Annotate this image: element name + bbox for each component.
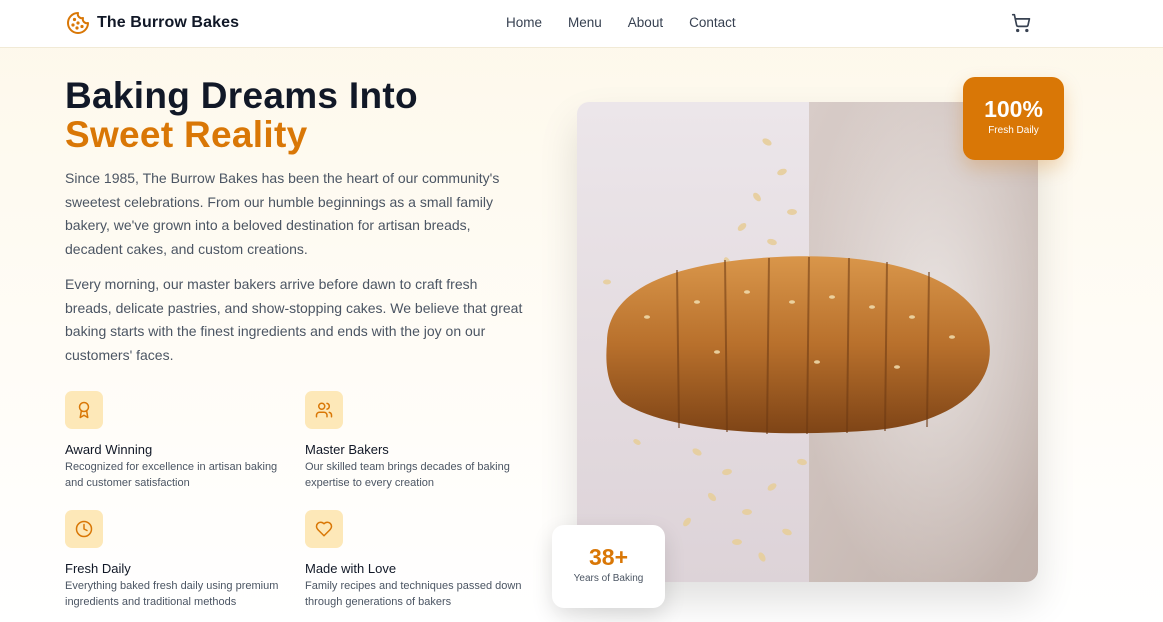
fresh-daily-badge: 100% Fresh Daily xyxy=(963,77,1064,160)
badge-label: Years of Baking xyxy=(573,573,644,584)
feature-title: Fresh Daily xyxy=(65,561,131,576)
clock-icon xyxy=(65,510,103,548)
feature-master-bakers: Master Bakers Our skilled team brings de… xyxy=(305,391,535,491)
nav-menu[interactable]: Menu xyxy=(568,15,602,30)
feature-title: Master Bakers xyxy=(305,442,389,457)
bread-photo xyxy=(577,102,1038,582)
feature-award-winning: Award Winning Recognized for excellence … xyxy=(65,391,295,491)
heart-icon xyxy=(305,510,343,548)
feature-description: Family recipes and techniques passed dow… xyxy=(305,580,522,608)
award-icon xyxy=(65,391,103,429)
users-icon xyxy=(305,391,343,429)
feature-description: Everything baked fresh daily using premi… xyxy=(65,580,279,608)
nav-contact[interactable]: Contact xyxy=(689,15,736,30)
intro-paragraph: Since 1985, The Burrow Bakes has been th… xyxy=(65,170,500,257)
cart-icon[interactable] xyxy=(1011,13,1031,33)
years-badge: 38+ Years of Baking xyxy=(552,525,665,608)
badge-value: 100% xyxy=(984,96,1043,122)
feature-description: Recognized for excellence in artisan bak… xyxy=(65,461,278,489)
cookie-icon xyxy=(67,12,89,34)
brand-logo[interactable]: The Burrow Bakes xyxy=(66,11,239,35)
feature-title: Made with Love xyxy=(305,561,397,576)
feature-description: Our skilled team brings decades of bakin… xyxy=(305,461,510,489)
badge-label: Fresh Daily xyxy=(988,125,1039,136)
hero-title-line2: Sweet Reality xyxy=(65,114,308,155)
nav-home[interactable]: Home xyxy=(506,15,542,30)
main-nav: Home Menu About Contact xyxy=(506,15,762,30)
feature-made-with-love: Made with Love Family recipes and techni… xyxy=(305,510,535,610)
nav-about[interactable]: About xyxy=(628,15,663,30)
badge-value: 38+ xyxy=(588,544,628,570)
site-header: The Burrow Bakes Home Menu About Contact xyxy=(0,0,1163,48)
brand-name: The Burrow Bakes xyxy=(97,14,240,31)
hero-title-line1: Baking Dreams Into xyxy=(65,75,418,116)
story-paragraph: Every morning, our master bakers arrive … xyxy=(65,276,523,363)
feature-fresh-daily: Fresh Daily Everything baked fresh daily… xyxy=(65,510,295,610)
feature-title: Award Winning xyxy=(65,442,153,457)
hero-title: Baking Dreams Into Sweet Reality xyxy=(65,76,418,154)
